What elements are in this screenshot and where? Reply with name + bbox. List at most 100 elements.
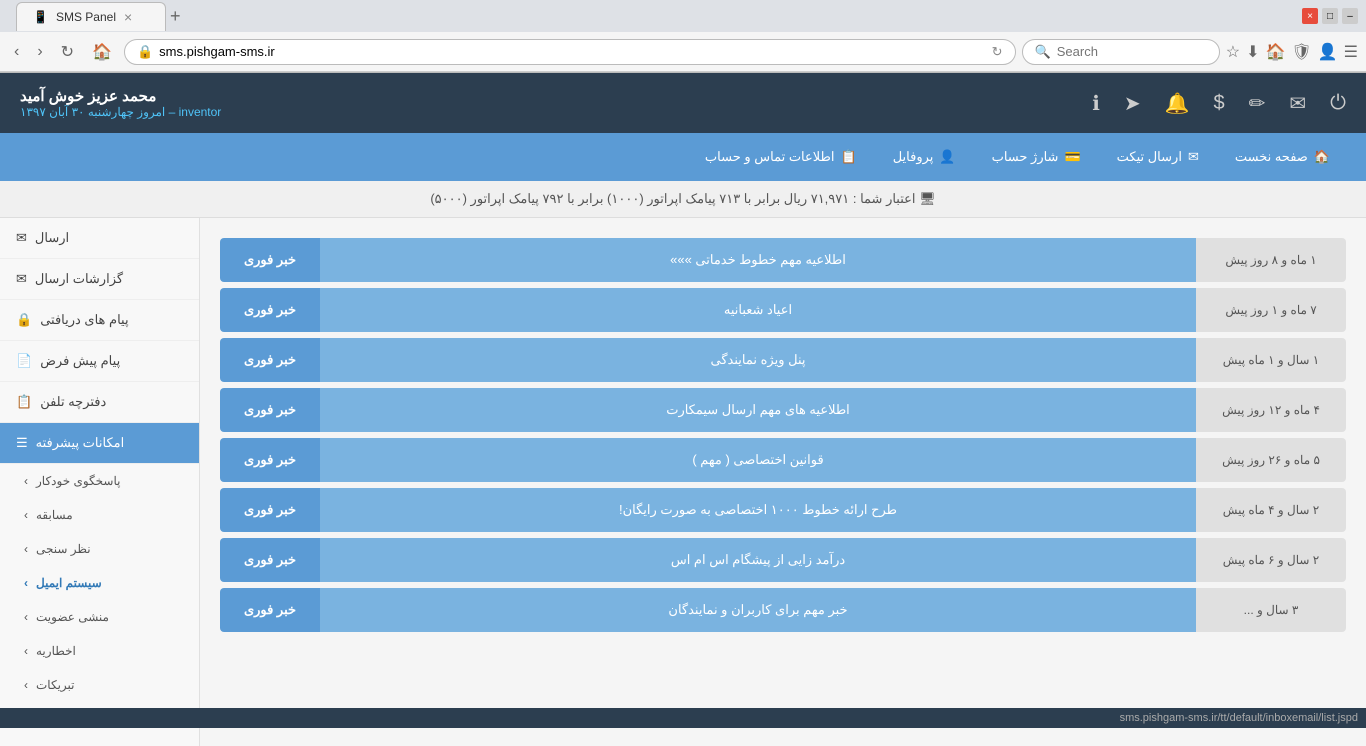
nav-home[interactable]: 🏠 صفحه نخست <box>1219 141 1346 173</box>
news-item[interactable]: ۱ ماه و ۸ روز پیش اطلاعیه مهم خطوط خدمات… <box>220 238 1346 282</box>
phonebook-icon: 📋 <box>16 394 32 410</box>
credit-bar: 🖥 اعتبار شما : ۷۱,۹۷۱ ریال برابر با ۷۱۳ … <box>0 181 1366 218</box>
credit-text: اعتبار شما : ۷۱,۹۷۱ ریال برابر با ۷۱۳ پی… <box>430 191 915 206</box>
active-tab[interactable]: 📱 SMS Panel × <box>16 2 166 31</box>
contest-label: مسابقه <box>36 508 73 522</box>
nav-home-label: صفحه نخست <box>1235 149 1308 165</box>
news-item[interactable]: ۲ سال و ۴ ماه پیش طرح ارائه خطوط ۱۰۰۰ اخ… <box>220 488 1346 532</box>
dollar-icon[interactable]: $ <box>1214 92 1225 115</box>
bookmark-star-icon[interactable]: ☆ <box>1226 42 1240 62</box>
status-bar: sms.pishgam-sms.ir/tt/default/inboxemail… <box>0 708 1366 728</box>
info-icon[interactable]: ℹ <box>1092 91 1100 116</box>
search-bar[interactable]: 🔍 <box>1022 39 1220 65</box>
window-controls: – □ × <box>1302 8 1358 24</box>
nav-ticket-label: ارسال تیکت <box>1117 149 1182 165</box>
advanced-icon: ☰ <box>16 435 28 451</box>
tab-bar: 📱 SMS Panel × + <box>8 2 1294 31</box>
header-icons: ⏻ ✉ ✏ $ 🔔 ➤ ℹ <box>221 91 1346 116</box>
address-input[interactable] <box>159 44 985 59</box>
chevron-poll-icon: › <box>24 542 28 556</box>
news-badge: خبر فوری <box>220 288 320 332</box>
menu-icon[interactable]: ☰ <box>1344 42 1358 62</box>
search-input[interactable] <box>1057 44 1207 59</box>
news-title: خبر مهم برای کاربران و نمایندگان <box>320 588 1196 632</box>
default-msg-icon: 📄 <box>16 353 32 369</box>
news-item[interactable]: ۷ ماه و ۱ روز پیش اعیاد شعبانیه خبر فوری <box>220 288 1346 332</box>
edit-icon[interactable]: ✏ <box>1249 91 1266 116</box>
server-icon: 🖥 <box>919 191 936 206</box>
news-title: اعیاد شعبانیه <box>320 288 1196 332</box>
power-icon[interactable]: ⏻ <box>1330 92 1346 115</box>
email-system-label: سیستم ایمیل <box>36 576 102 590</box>
sidebar-sub-contest[interactable]: مسابقه › <box>0 498 199 532</box>
news-date: ۱ ماه و ۸ روز پیش <box>1196 238 1346 282</box>
main-layout: ۱ ماه و ۸ روز پیش اطلاعیه مهم خطوط خدمات… <box>0 218 1366 746</box>
nav-charge[interactable]: 💳 شارژ حساب <box>976 141 1097 173</box>
sidebar-sub-congrats[interactable]: تبریکات › <box>0 668 199 702</box>
home-button[interactable]: 🏠 <box>86 38 118 66</box>
send-icon[interactable]: ➤ <box>1124 91 1141 116</box>
minimize-button[interactable]: – <box>1342 8 1358 24</box>
nav-profile-label: پروفایل <box>893 149 934 165</box>
secure-icon: 🔒 <box>137 44 153 60</box>
sidebar-item-arsaal[interactable]: ارسال ✉ <box>0 218 199 259</box>
sidebar-item-advanced[interactable]: امکانات پیشرفته ☰ <box>0 423 199 464</box>
news-date: ۴ ماه و ۱۲ روز پیش <box>1196 388 1346 432</box>
close-button[interactable]: × <box>1302 8 1318 24</box>
profile-icon[interactable]: 👤 <box>1318 42 1338 62</box>
sidebar-sub-membership[interactable]: منشی عضویت › <box>0 600 199 634</box>
sidebar-sub-email[interactable]: سیستم ایمیل › <box>0 566 199 600</box>
browser-chrome: – □ × 📱 SMS Panel × + ‹ › ↻ 🏠 🔒 ↻ 🔍 <box>0 0 1366 73</box>
download-icon[interactable]: ⬇ <box>1246 42 1259 62</box>
news-badge: خبر فوری <box>220 338 320 382</box>
autoresponder-label: پاسخگوی خودکار <box>36 474 120 488</box>
sidebar-sub-poll[interactable]: نظر سنجی › <box>0 532 199 566</box>
search-icon: 🔍 <box>1035 44 1051 60</box>
news-item[interactable]: ۴ ماه و ۱۲ روز پیش اطلاعیه های مهم ارسال… <box>220 388 1346 432</box>
news-date: ۵ ماه و ۲۶ روز پیش <box>1196 438 1346 482</box>
nav-contact-label: اطلاعات تماس و حساب <box>705 149 835 165</box>
address-bar[interactable]: 🔒 ↻ <box>124 39 1016 65</box>
news-item[interactable]: ۳ سال و ... خبر مهم برای کاربران و نماین… <box>220 588 1346 632</box>
home-nav-icon[interactable]: 🏠 <box>1266 42 1286 62</box>
bell-icon[interactable]: 🔔 <box>1165 91 1190 116</box>
browser-titlebar: – □ × 📱 SMS Panel × + <box>0 0 1366 32</box>
back-button[interactable]: ‹ <box>8 39 25 65</box>
tab-close-icon[interactable]: × <box>124 9 132 25</box>
nav-profile[interactable]: 👤 پروفایل <box>877 141 972 173</box>
news-item[interactable]: ۱ سال و ۱ ماه پیش پنل ویژه نمایندگی خبر … <box>220 338 1346 382</box>
arsaal-label: ارسال <box>35 230 69 246</box>
nav-ticket[interactable]: ✉ ارسال تیکت <box>1101 141 1215 173</box>
news-title: اطلاعیه مهم خطوط خدماتی »»» <box>320 238 1196 282</box>
news-badge: خبر فوری <box>220 438 320 482</box>
chevron-congrats-icon: › <box>24 678 28 692</box>
sidebar-item-reports[interactable]: گزارشات ارسال ✉ <box>0 259 199 300</box>
chevron-right-icon: › <box>24 474 28 488</box>
news-date: ۲ سال و ۶ ماه پیش <box>1196 538 1346 582</box>
nav-contact[interactable]: 📋 اطلاعات تماس و حساب <box>689 141 873 173</box>
content-area: ۱ ماه و ۸ روز پیش اطلاعیه مهم خطوط خدمات… <box>200 218 1366 746</box>
maximize-button[interactable]: □ <box>1322 8 1338 24</box>
sidebar-item-default-msg[interactable]: پیام پیش فرض 📄 <box>0 341 199 382</box>
news-item[interactable]: ۵ ماه و ۲۶ روز پیش قوانین اختصاصی ( مهم … <box>220 438 1346 482</box>
reload-button[interactable]: ↻ <box>55 38 80 66</box>
chevron-membership-icon: › <box>24 610 28 624</box>
shield-icon[interactable]: 🛡 <box>1291 42 1311 62</box>
default-msg-label: پیام پیش فرض <box>40 353 120 369</box>
status-url: sms.pishgam-sms.ir/tt/default/inboxemail… <box>1120 712 1358 724</box>
warning-label: اخطاریه <box>36 644 76 658</box>
news-item[interactable]: ۲ سال و ۶ ماه پیش درآمد زایی از پیشگام ا… <box>220 538 1346 582</box>
new-tab-button[interactable]: + <box>166 2 185 31</box>
sidebar-item-phonebook[interactable]: دفترچه تلفن 📋 <box>0 382 199 423</box>
chevron-warning-icon: › <box>24 644 28 658</box>
news-date: ۳ سال و ... <box>1196 588 1346 632</box>
forward-button[interactable]: › <box>31 39 48 65</box>
news-date: ۱ سال و ۱ ماه پیش <box>1196 338 1346 382</box>
chevron-email-icon: › <box>24 576 28 590</box>
sidebar-sub-autoresponder[interactable]: پاسخگوی خودکار › <box>0 464 199 498</box>
app-header: ⏻ ✉ ✏ $ 🔔 ➤ ℹ محمد عزیز خوش آمید invento… <box>0 73 1366 133</box>
inbox-icon: 🔒 <box>16 312 32 328</box>
sidebar-sub-warning[interactable]: اخطاریه › <box>0 634 199 668</box>
mail-icon[interactable]: ✉ <box>1289 91 1306 116</box>
sidebar-item-inbox[interactable]: پیام های دریافتی 🔒 <box>0 300 199 341</box>
